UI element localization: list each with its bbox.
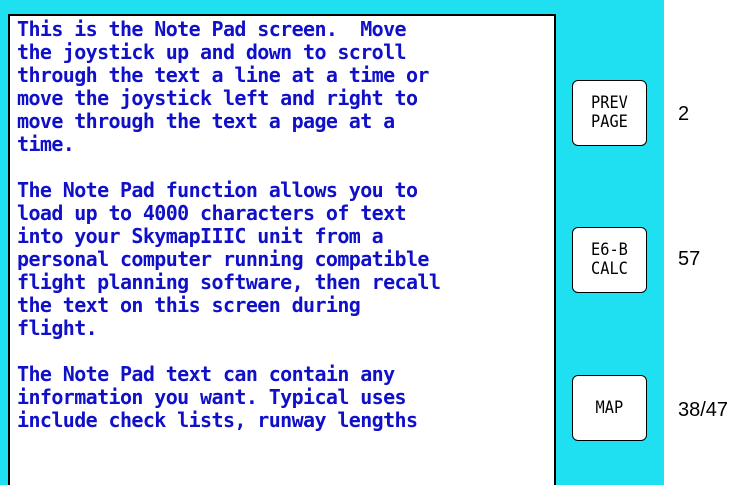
- note-pad-text: This is the Note Pad screen. Move the jo…: [17, 17, 441, 432]
- text-line: The Note Pad text can contain any: [17, 362, 395, 386]
- text-line: the joystick up and down to scroll: [17, 40, 407, 64]
- map-button[interactable]: MAP: [572, 375, 647, 441]
- map-label: MAP: [595, 397, 624, 418]
- text-line: through the text a line at a time or: [17, 63, 429, 87]
- prev-page-label-line1: PREV: [591, 93, 628, 113]
- prev-page-reference: 2: [678, 103, 690, 125]
- e6b-calc-reference: 57: [678, 248, 701, 270]
- text-line: into your SkymapIIIC unit from a: [17, 224, 384, 248]
- text-line: flight.: [17, 316, 98, 340]
- text-line: [17, 340, 440, 363]
- text-line: flight planning software, then recall: [17, 270, 441, 294]
- text-line: include check lists, runway lengths: [17, 408, 418, 432]
- device-screen: This is the Note Pad screen. Move the jo…: [0, 0, 664, 485]
- prev-page-label-line2: PAGE: [591, 112, 628, 132]
- text-line: information you want. Typical uses: [17, 385, 407, 409]
- e6b-calc-label-line1: E6-B: [591, 240, 628, 260]
- e6b-calc-label-line2: CALC: [591, 259, 628, 279]
- map-reference: 38/47: [678, 399, 729, 421]
- prev-page-button[interactable]: PREV PAGE: [572, 80, 647, 146]
- text-line: time.: [17, 132, 75, 156]
- e6b-calc-button[interactable]: E6-B CALC: [572, 227, 647, 293]
- note-pad-text-panel[interactable]: This is the Note Pad screen. Move the jo…: [8, 14, 556, 485]
- text-line: the text on this screen during: [17, 293, 361, 317]
- text-line: The Note Pad function allows you to: [17, 178, 418, 202]
- text-line: load up to 4000 characters of text: [17, 201, 407, 225]
- text-line: personal computer running compatible: [17, 247, 429, 271]
- text-line: This is the Note Pad screen. Move: [17, 17, 407, 41]
- text-line: move the joystick left and right to: [17, 86, 418, 110]
- text-line: [17, 156, 440, 179]
- text-line: move through the text a page at a: [17, 109, 395, 133]
